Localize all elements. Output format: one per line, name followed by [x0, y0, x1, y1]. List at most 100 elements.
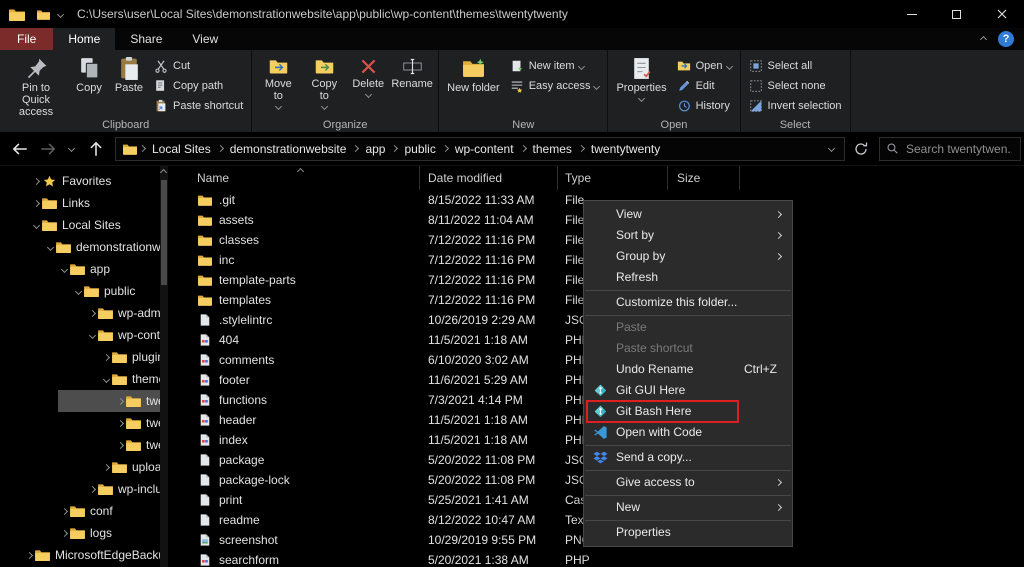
expander-chevron-icon[interactable] — [100, 465, 112, 470]
expander-chevron-icon[interactable] — [58, 267, 70, 272]
sidebar-item-wp-includes[interactable]: wp-includes — [0, 478, 160, 500]
expander-chevron-icon[interactable] — [86, 311, 98, 316]
quick-access-toolbar-chevron-icon[interactable] — [57, 10, 64, 17]
sidebar-item-links[interactable]: Links — [0, 192, 160, 214]
sidebar-item-local-sites[interactable]: Local Sites — [0, 214, 160, 236]
menu-item-customize-this-folder[interactable]: Customize this folder... — [584, 292, 792, 313]
select-all-button[interactable]: Select all — [744, 56, 847, 76]
breadcrumb-item-local-sites[interactable]: Local Sites — [145, 142, 218, 156]
menu-item-view[interactable]: View — [584, 204, 792, 225]
close-button[interactable] — [979, 0, 1024, 28]
sidebar-item-twentytwen[interactable]: twentytwen... — [0, 434, 160, 456]
expander-chevron-icon[interactable] — [86, 487, 98, 492]
minimize-ribbon-chevron-icon[interactable] — [980, 35, 987, 42]
menu-item-new[interactable]: New — [584, 497, 792, 518]
recent-locations-chevron-icon[interactable] — [65, 140, 77, 158]
new-item-button[interactable]: New item — [505, 56, 605, 76]
menu-item-git-gui-here[interactable]: Git GUI Here — [584, 380, 792, 401]
sidebar-scrollbar[interactable] — [160, 166, 168, 567]
column-header-size[interactable]: Size — [668, 166, 740, 190]
open-button[interactable]: Open — [672, 56, 737, 76]
breadcrumb-item-app[interactable]: app — [358, 142, 392, 156]
back-button[interactable] — [11, 140, 29, 158]
sidebar-item-wp-content[interactable]: wp-content — [0, 324, 160, 346]
sidebar-item-public[interactable]: public — [0, 280, 160, 302]
menu-item-git-bash-here[interactable]: Git Bash Here — [584, 401, 792, 422]
easy-access-button[interactable]: Easy access — [505, 76, 605, 96]
help-icon[interactable] — [998, 31, 1014, 47]
menu-item-send-a-copy[interactable]: Send a copy... — [584, 447, 792, 468]
menu-item-group-by[interactable]: Group by — [584, 246, 792, 267]
sidebar-item-logs[interactable]: logs — [0, 522, 160, 544]
forward-button[interactable] — [39, 140, 57, 158]
history-button[interactable]: History — [672, 96, 737, 116]
expander-chevron-icon[interactable] — [72, 289, 84, 294]
search-input[interactable] — [904, 141, 1014, 157]
expander-chevron-icon[interactable] — [114, 421, 126, 426]
sidebar-item-app[interactable]: app — [0, 258, 160, 280]
invert-selection-button[interactable]: Invert selection — [744, 96, 847, 116]
sidebar-item-themes[interactable]: themes — [0, 368, 160, 390]
expander-chevron-icon[interactable] — [114, 399, 126, 404]
cut-button[interactable]: Cut — [149, 56, 248, 76]
menu-item-undo-rename[interactable]: Undo RenameCtrl+Z — [584, 359, 792, 380]
copy-to-button[interactable]: Copy to — [301, 53, 347, 110]
paste-button[interactable]: Paste — [109, 53, 149, 95]
tab-file[interactable]: File — [0, 28, 53, 50]
tab-home[interactable]: Home — [53, 28, 115, 50]
quick-access-folder-icon[interactable] — [37, 9, 50, 20]
scroll-up-icon[interactable] — [160, 169, 167, 176]
expander-chevron-icon[interactable] — [58, 531, 70, 536]
sidebar-item-wp-admin[interactable]: wp-admin — [0, 302, 160, 324]
breadcrumb-item-demonstrationwebsite[interactable]: demonstrationwebsite — [223, 142, 354, 156]
scrollbar-thumb[interactable] — [161, 180, 167, 285]
sidebar-item-demonstrationwebs[interactable]: demonstrationwebs... — [0, 236, 160, 258]
tab-share[interactable]: Share — [115, 28, 177, 50]
edit-button[interactable]: Edit — [672, 76, 737, 96]
expander-chevron-icon[interactable] — [44, 245, 56, 250]
refresh-button[interactable] — [853, 141, 869, 157]
breadcrumb-item-themes[interactable]: themes — [526, 142, 579, 156]
move-to-button[interactable]: Move to — [255, 53, 301, 110]
sidebar-item-twentytwen[interactable]: twentytwen... — [0, 390, 160, 412]
copy-button[interactable]: Copy — [69, 53, 109, 95]
expander-chevron-icon[interactable] — [30, 223, 42, 228]
new-folder-button[interactable]: New folder — [442, 53, 505, 95]
expander-chevron-icon[interactable] — [100, 355, 112, 360]
column-header-type[interactable]: Type — [558, 166, 668, 190]
sidebar-item-uploads[interactable]: uploads — [0, 456, 160, 478]
up-button[interactable] — [87, 140, 105, 158]
minimize-button[interactable] — [889, 0, 934, 28]
breadcrumb-item-twentytwenty[interactable]: twentytwenty — [584, 142, 667, 156]
address-field[interactable]: Local Sites demonstrationwebsite app public… — [115, 137, 845, 161]
delete-button[interactable]: Delete — [347, 53, 389, 98]
expander-chevron-icon[interactable] — [30, 179, 42, 184]
properties-button[interactable]: Properties — [611, 53, 671, 102]
paste-shortcut-button[interactable]: Paste shortcut — [149, 96, 248, 116]
menu-item-properties[interactable]: Properties — [584, 522, 792, 543]
sidebar-item-microsoftedgebacku[interactable]: MicrosoftEdgeBacku... — [0, 544, 160, 566]
address-dropdown-chevron-icon[interactable] — [828, 145, 835, 152]
menu-item-give-access-to[interactable]: Give access to — [584, 472, 792, 493]
copy-path-button[interactable]: Copy path — [149, 76, 248, 96]
pin-to-quick-access-button[interactable]: Pin to Quick access — [3, 53, 69, 119]
file-row-searchform[interactable]: searchform5/20/2021 1:38 AMPHP — [168, 550, 1024, 567]
rename-button[interactable]: Rename — [389, 53, 435, 91]
expander-chevron-icon[interactable] — [114, 443, 126, 448]
sidebar-item-favorites[interactable]: Favorites — [0, 170, 160, 192]
expander-chevron-icon[interactable] — [86, 333, 98, 338]
select-none-button[interactable]: Select none — [744, 76, 847, 96]
expander-chevron-icon[interactable] — [58, 509, 70, 514]
sidebar-item-twentytwen[interactable]: twentytwen... — [0, 412, 160, 434]
expander-chevron-icon[interactable] — [100, 377, 112, 382]
sidebar-item-plugins[interactable]: plugins — [0, 346, 160, 368]
menu-item-sort-by[interactable]: Sort by — [584, 225, 792, 246]
column-header-name[interactable]: Name — [168, 166, 420, 190]
sidebar-item-conf[interactable]: conf — [0, 500, 160, 522]
maximize-button[interactable] — [934, 0, 979, 28]
column-header-date-modified[interactable]: Date modified — [420, 166, 558, 190]
breadcrumb-item-public[interactable]: public — [397, 142, 442, 156]
menu-item-open-with-code[interactable]: Open with Code — [584, 422, 792, 443]
expander-chevron-icon[interactable] — [30, 201, 42, 206]
tab-view[interactable]: View — [177, 28, 233, 50]
